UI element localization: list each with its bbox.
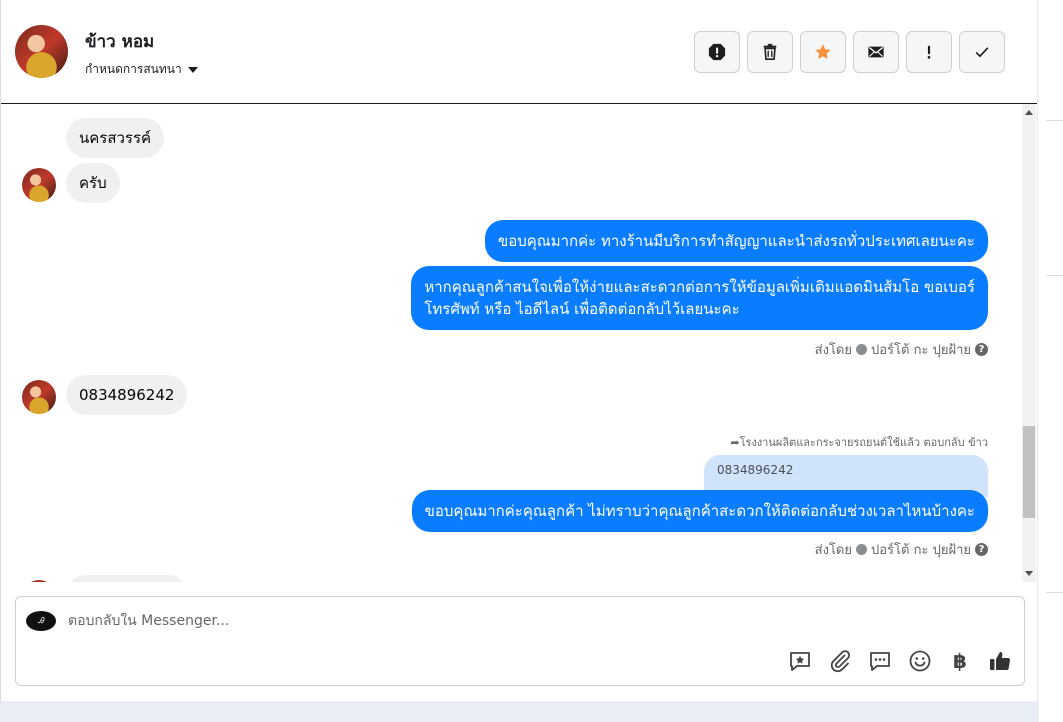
saved-reply-icon[interactable] (788, 649, 812, 673)
reply-input[interactable] (68, 613, 968, 629)
caret-down-icon (187, 66, 198, 73)
conversation-panel: ข้าว หอม กำหนดการสนทนา นครสวรรค์ ครับ ขอ… (0, 0, 1038, 701)
star-icon (815, 44, 831, 59)
contact-avatar-small[interactable] (22, 168, 56, 202)
reply-note: ➦โรงงานผลิตและกระจายรถยนต์ใช้แล้ว ตอบกลั… (730, 433, 988, 451)
sent-by-label: ส่งโดย ปอร์โต้ กะ ปุยฝ้าย ? (815, 539, 988, 560)
divider (1046, 592, 1063, 593)
incoming-message[interactable]: ครับ (66, 163, 120, 203)
conversation-settings-dropdown[interactable]: กำหนดการสนทนา (85, 60, 198, 79)
side-panel-edge (1037, 0, 1063, 722)
verified-icon (856, 544, 867, 555)
done-button[interactable] (959, 31, 1005, 73)
check-icon (975, 47, 989, 58)
conversation-header: ข้าว หอม กำหนดการสนทนา (1, 0, 1038, 104)
incoming-message[interactable]: 0834896242 (66, 375, 188, 415)
scroll-down-arrow-icon[interactable] (1025, 571, 1033, 576)
chat-bubble-icon[interactable] (868, 649, 892, 673)
sent-by-text: ส่งโดย (814, 543, 852, 558)
emoji-icon[interactable] (908, 649, 932, 673)
divider (1046, 120, 1063, 121)
help-icon[interactable]: ? (975, 543, 988, 556)
verified-icon (856, 344, 867, 355)
outgoing-message[interactable]: ขอบคุณมากค่ะ ทางร้านมีบริการทำสัญญาและนำ… (484, 220, 988, 262)
follow-up-button[interactable] (906, 31, 952, 73)
divider (1046, 275, 1063, 276)
reply-composer: Ꭿ ฿ (15, 596, 1025, 686)
delete-button[interactable] (747, 31, 793, 73)
star-button[interactable] (800, 31, 846, 73)
contact-avatar-small[interactable] (22, 580, 56, 582)
contact-avatar[interactable] (15, 25, 68, 78)
scrollbar-thumb[interactable] (1023, 426, 1035, 518)
scroll-up-arrow-icon[interactable] (1025, 110, 1033, 115)
header-actions (694, 31, 1005, 73)
contact-avatar-small[interactable] (22, 380, 56, 414)
message-line: โทรศัพท์ หรือ ไอดีไลน์ เพื่อติดต่อกลับไว… (424, 300, 740, 318)
sender-name: ปอร์โต้ กะ ปุยฝ้าย (871, 343, 971, 358)
outgoing-message[interactable]: ขอบคุณมากค่ะคุณลูกค้า ไม่ทราบว่าคุณลูกค้… (411, 490, 988, 532)
sender-name: ปอร์โต้ กะ ปุยฝ้าย (871, 543, 971, 558)
sent-by-label: ส่งโดย ปอร์โต้ กะ ปุยฝ้าย ? (815, 339, 988, 360)
exclamation-icon (927, 45, 931, 59)
reply-note-text: โรงงานผลิตและกระจายรถยนต์ใช้แล้ว ตอบกลับ… (739, 436, 988, 449)
message-list[interactable]: นครสวรรค์ ครับ ขอบคุณมากค่ะ ทางร้านมีบริ… (1, 104, 1022, 582)
message-scrollbar[interactable] (1022, 104, 1036, 582)
envelope-icon (868, 46, 884, 58)
thumbs-up-icon[interactable] (988, 649, 1012, 673)
page-avatar: Ꭿ (26, 611, 56, 631)
page-logo: Ꭿ (38, 616, 44, 625)
help-icon[interactable]: ? (975, 343, 988, 356)
trash-icon (763, 43, 777, 61)
conversation-settings-label: กำหนดการสนทนา (85, 62, 182, 76)
reply-arrow-icon: ➦ (730, 436, 740, 449)
contact-name[interactable]: ข้าว หอม (85, 28, 154, 55)
message-line: หากคุณลูกค้าสนใจเพื่อให้ง่ายและสะดวกต่อก… (424, 278, 975, 296)
incoming-message[interactable]: นครสวรรค์ (66, 118, 165, 158)
attachment-icon[interactable] (828, 649, 852, 673)
sent-by-text: ส่งโดย (814, 343, 852, 358)
outgoing-message[interactable]: หากคุณลูกค้าสนใจเพื่อให้ง่ายและสะดวกต่อก… (411, 266, 988, 330)
mark-unread-button[interactable] (853, 31, 899, 73)
spam-button[interactable] (694, 31, 740, 73)
composer-tools: ฿ (788, 649, 1012, 673)
payment-icon[interactable]: ฿ (948, 649, 972, 673)
incoming-message[interactable] (66, 575, 188, 582)
exclamation-circle-icon (708, 43, 726, 61)
